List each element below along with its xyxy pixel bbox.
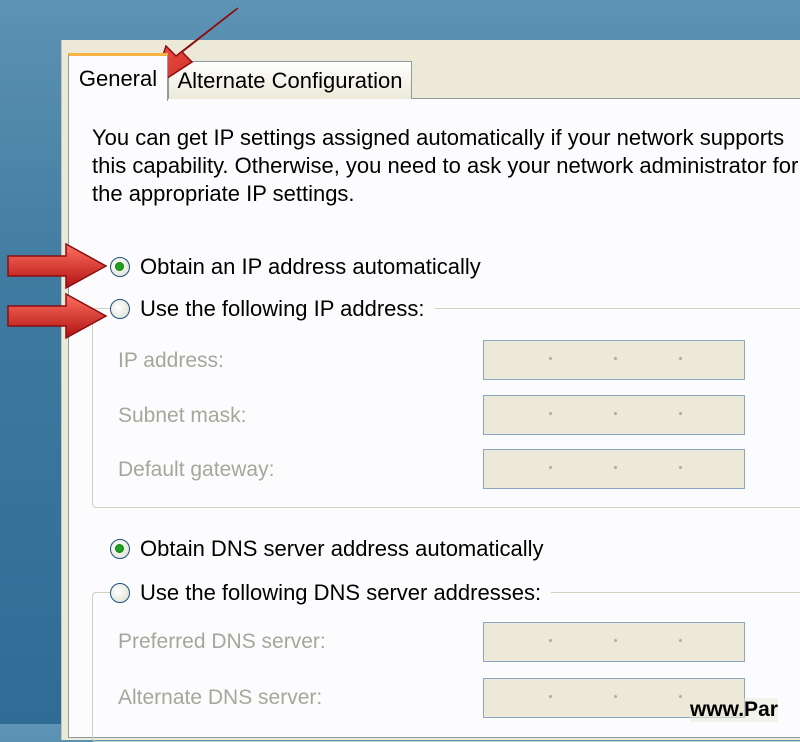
intro-text: You can get IP settings assigned automat… xyxy=(92,125,799,206)
watermark-text: www.Par xyxy=(690,698,778,722)
use-following-ip-option[interactable]: Use the following IP address: xyxy=(110,296,435,322)
tab-general[interactable]: General xyxy=(68,53,168,101)
obtain-dns-automatically-radio[interactable] xyxy=(110,539,130,559)
obtain-ip-automatically-option[interactable]: Obtain an IP address automatically xyxy=(110,254,481,280)
use-following-dns-label: Use the following DNS server addresses: xyxy=(140,580,542,605)
preferred-dns-label: Preferred DNS server: xyxy=(118,630,326,653)
obtain-ip-automatically-radio[interactable] xyxy=(110,257,130,277)
arrow-pointing-use-following-ip-icon xyxy=(7,292,108,340)
subnet-mask-input[interactable] xyxy=(483,395,745,435)
ip-address-label: IP address: xyxy=(118,349,224,372)
default-gateway-input[interactable] xyxy=(483,449,745,489)
alternate-dns-label: Alternate DNS server: xyxy=(118,686,323,709)
use-following-dns-radio[interactable] xyxy=(110,583,130,603)
use-following-ip-radio[interactable] xyxy=(110,299,130,319)
obtain-ip-automatically-label: Obtain an IP address automatically xyxy=(140,254,481,279)
obtain-dns-automatically-label: Obtain DNS server address automatically xyxy=(140,536,544,561)
tab-general-label: General xyxy=(78,65,158,91)
preferred-dns-input[interactable] xyxy=(483,622,745,662)
ip-address-input[interactable] xyxy=(483,340,745,380)
default-gateway-label: Default gateway: xyxy=(118,458,275,481)
use-following-ip-label: Use the following IP address: xyxy=(140,296,425,321)
arrow-pointing-obtain-ip-icon xyxy=(7,242,108,290)
obtain-dns-automatically-option[interactable]: Obtain DNS server address automatically xyxy=(110,536,544,562)
use-following-dns-option[interactable]: Use the following DNS server addresses: xyxy=(110,580,552,606)
subnet-mask-label: Subnet mask: xyxy=(118,404,247,427)
